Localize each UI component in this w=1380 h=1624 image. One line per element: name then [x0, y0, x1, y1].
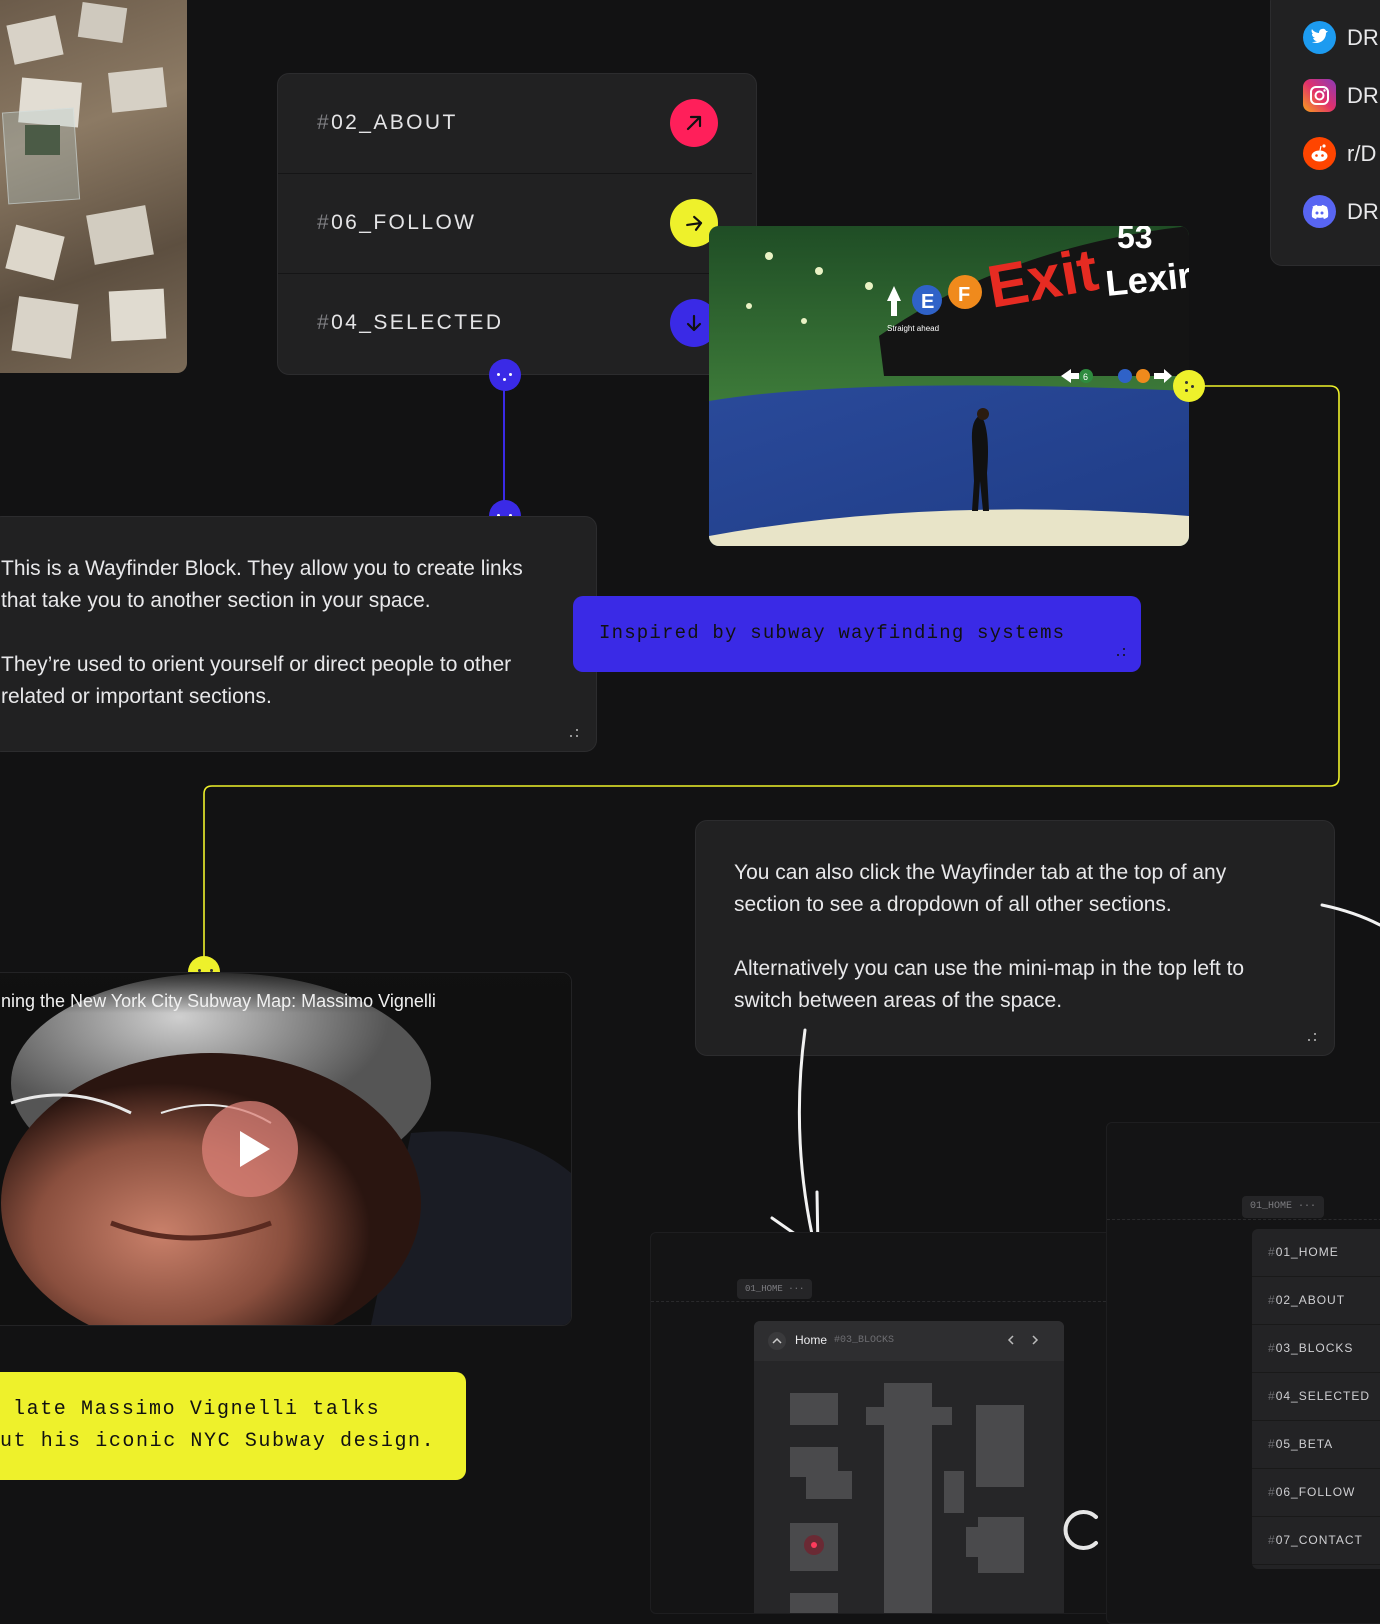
minimap-panel: Home #03_BLOCKS: [754, 1321, 1064, 1613]
minimap-section: #03_BLOCKS: [834, 1335, 895, 1346]
dropdown-item[interactable]: #01_HOME: [1252, 1229, 1380, 1277]
dropdown-screenshot: 01_HOME ··· #01_HOME #02_ABOUT #03_BLOCK…: [1106, 1122, 1380, 1624]
sections-dropdown: #01_HOME #02_ABOUT #03_BLOCKS #04_SELECT…: [1252, 1229, 1380, 1569]
minimap-home: Home: [795, 1333, 828, 1347]
minimap-header: Home #03_BLOCKS: [754, 1321, 1064, 1361]
dropdown-item[interactable]: #04_SELECTED: [1252, 1373, 1380, 1421]
dropdown-item[interactable]: #03_BLOCKS: [1252, 1325, 1380, 1373]
chevron-left-icon[interactable]: [1004, 1333, 1018, 1352]
dropdown-item[interactable]: #07_CONTACT: [1252, 1517, 1380, 1565]
dropdown-tab: 01_HOME ···: [1242, 1196, 1325, 1218]
minimap-tab: 01_HOME ···: [737, 1279, 813, 1299]
chevron-up-icon[interactable]: [768, 1332, 786, 1350]
loading-icon: [1063, 1510, 1098, 1550]
minimap-screenshot: 01_HOME ··· Home #03_BLOCKS: [650, 1232, 1122, 1614]
chevron-right-icon[interactable]: [1028, 1333, 1042, 1352]
dropdown-item[interactable]: #05_BETA: [1252, 1421, 1380, 1469]
dropdown-item[interactable]: #02_ABOUT: [1252, 1277, 1380, 1325]
dropdown-item[interactable]: #06_FOLLOW: [1252, 1469, 1380, 1517]
current-location-marker: [804, 1535, 824, 1555]
